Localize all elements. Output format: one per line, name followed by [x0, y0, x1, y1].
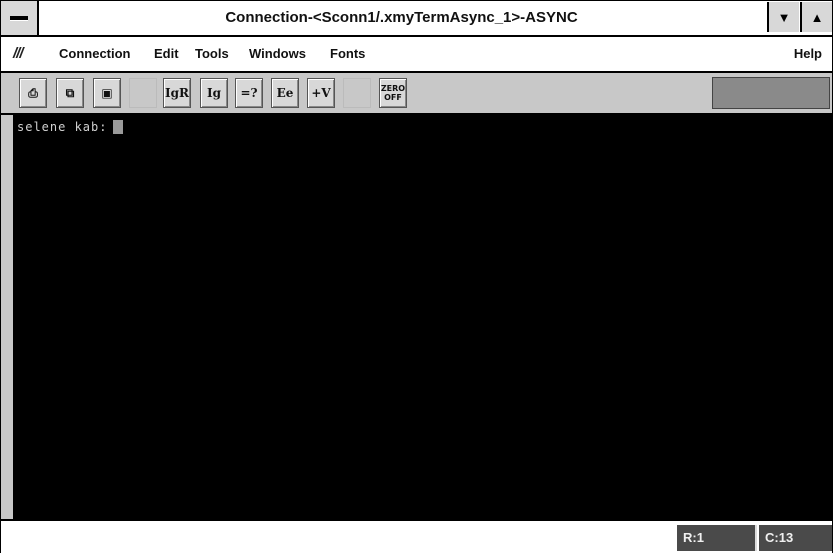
echo-label: Ee [276, 86, 294, 100]
query-button[interactable]: =? [235, 78, 263, 108]
maximize-icon: ▲ [810, 9, 824, 25]
toolbar-spacer-2 [343, 78, 371, 108]
maximize-button[interactable]: ▲ [800, 2, 832, 32]
ignore-r-label: IgR [165, 86, 189, 100]
terminal-window: Connection-<Sconn1/.xmyTermAsync_1>-ASYN… [0, 0, 833, 554]
ignore-label: Ig [206, 86, 221, 100]
row-indicator: R:1 [677, 525, 757, 551]
terminal-screen[interactable]: selene kab: [13, 115, 832, 519]
toolbar: ⎙ ⧉ ▣ IgR Ig =? Ee +V ZERO OFF [1, 73, 832, 115]
verbose-label: +V [311, 86, 331, 100]
print-icon: ⎙ [28, 85, 38, 100]
paste-icon: ▣ [101, 86, 113, 100]
status-bar: R:1 C:13 [1, 519, 832, 554]
menu-tools[interactable]: Tools [195, 46, 229, 61]
connection-status-box [712, 77, 830, 109]
terminal-prompt-line: selene kab: [17, 120, 124, 134]
menu-help[interactable]: Help [794, 46, 822, 61]
toolbar-spacer [129, 78, 157, 108]
menu-fonts[interactable]: Fonts [330, 46, 365, 61]
zero-off-label: ZERO OFF [381, 84, 405, 102]
system-menu-button[interactable] [1, 1, 39, 35]
system-menu-icon [10, 16, 28, 20]
text-cursor [113, 120, 124, 134]
column-indicator: C:13 [759, 525, 832, 551]
app-logo-icon: /// [13, 45, 23, 62]
echo-button[interactable]: Ee [271, 78, 299, 108]
verbose-button[interactable]: +V [307, 78, 335, 108]
query-label: =? [240, 86, 258, 100]
zero-label: ZERO [380, 84, 406, 93]
print-button[interactable]: ⎙ [19, 78, 47, 108]
window-title: Connection-<Sconn1/.xmyTermAsync_1>-ASYN… [225, 9, 578, 26]
menu-windows[interactable]: Windows [249, 46, 306, 61]
off-label: OFF [384, 93, 402, 102]
copy-icon: ⧉ [65, 85, 75, 100]
paste-button[interactable]: ▣ [93, 78, 121, 108]
menu-edit[interactable]: Edit [154, 46, 179, 61]
title-bar[interactable]: Connection-<Sconn1/.xmyTermAsync_1>-ASYN… [1, 1, 832, 37]
minimize-icon: ▼ [777, 9, 791, 25]
menu-connection[interactable]: Connection [59, 46, 131, 61]
copy-button[interactable]: ⧉ [56, 78, 84, 108]
zero-off-button[interactable]: ZERO OFF [379, 78, 407, 108]
ignore-r-button[interactable]: IgR [163, 78, 191, 108]
menu-bar: /// Connection Edit Tools Windows Fonts … [1, 37, 832, 73]
ignore-button[interactable]: Ig [200, 78, 228, 108]
minimize-button[interactable]: ▼ [767, 2, 799, 32]
terminal-prompt: selene kab: [17, 120, 108, 134]
